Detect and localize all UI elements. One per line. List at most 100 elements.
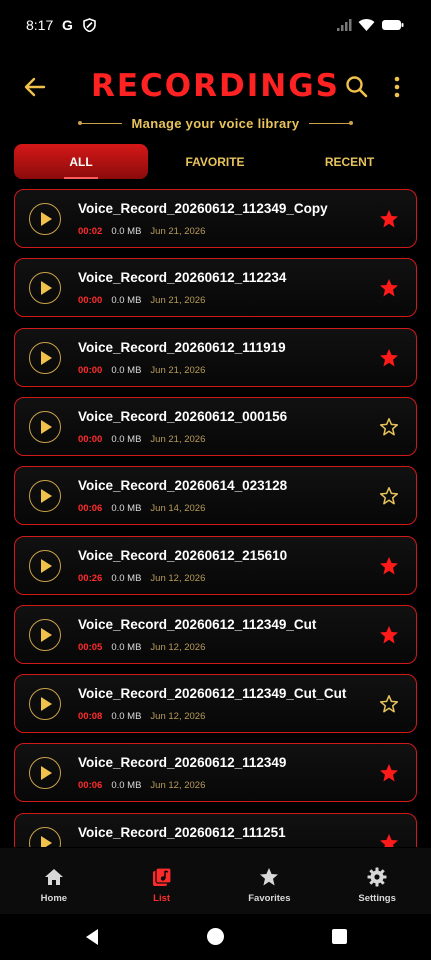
system-nav-bar [0, 914, 431, 960]
subtitle-row: Manage your voice library [0, 113, 431, 133]
bottom-nav: Home List Favorites Settings [0, 848, 431, 914]
play-button[interactable] [29, 480, 61, 513]
recording-date: Jun 21, 2026 [150, 364, 206, 376]
nav-home-label: Home [40, 893, 68, 904]
recording-card[interactable]: Voice_Record_20260612_112349_Copy 00:02 0.… [14, 189, 417, 248]
home-icon [44, 869, 63, 885]
nav-settings-label: Settings [358, 893, 396, 904]
star-filled-icon[interactable] [379, 833, 399, 847]
recording-date: Jun 12, 2026 [150, 641, 206, 653]
recording-date: Jun 21, 2026 [150, 295, 206, 307]
recording-name: Voice_Record_20260612_112349_Cut_Cut [78, 686, 347, 702]
star-filled-icon[interactable] [379, 209, 399, 229]
play-icon [41, 350, 52, 365]
play-icon [41, 627, 52, 642]
recording-size: 0.0 MB [111, 226, 142, 237]
play-icon [41, 835, 52, 847]
star-filled-icon[interactable] [379, 348, 399, 368]
wifi-icon [358, 19, 375, 31]
subtitle-divider-left [77, 121, 122, 125]
play-button[interactable] [29, 341, 61, 374]
recording-card[interactable]: Voice_Record_20260612_112349 00:06 0.0 MB J… [14, 743, 417, 803]
recording-meta: 00:00 0.0 MB Jun 21, 2026 [78, 365, 205, 376]
gear-icon [367, 867, 387, 887]
recording-meta: 00:26 0.0 MB Jun 12, 2026 [78, 573, 205, 584]
recording-meta: 00:05 0.0 MB Jun 12, 2026 [78, 642, 205, 653]
recording-size: 0.0 MB [111, 295, 142, 307]
recording-duration: 00:05 [78, 641, 103, 653]
status-bar: 8:17 G [0, 0, 431, 50]
tab-favorite[interactable]: FAVORITE [148, 144, 282, 179]
recording-name: Voice_Record_20260612_111919 [78, 339, 286, 355]
tab-all[interactable]: ALL [14, 144, 148, 179]
more-vert-icon[interactable] [386, 74, 408, 100]
recording-card[interactable]: Voice_Record_20260612_000156 00:00 0.0 MB J… [14, 396, 417, 456]
recording-date: Jun 12, 2026 [150, 780, 206, 792]
recording-name: Voice_Record_20260612_112349_Cut [78, 616, 317, 632]
google-g-icon: G [62, 18, 73, 32]
play-icon [41, 558, 52, 573]
play-button[interactable] [29, 410, 61, 443]
recording-duration: 00:26 [78, 572, 103, 584]
recording-size: 0.0 MB [111, 433, 142, 445]
play-button[interactable] [29, 757, 61, 790]
star-filled-icon[interactable] [379, 278, 399, 298]
system-recents-icon[interactable] [332, 929, 347, 944]
play-button[interactable] [29, 618, 61, 651]
star-outline-icon[interactable] [379, 694, 399, 714]
play-button[interactable] [29, 549, 61, 582]
nav-settings[interactable]: Settings [323, 848, 431, 914]
recording-meta: 00:06 0.0 MB Jun 12, 2026 [78, 780, 205, 791]
recording-card[interactable]: Voice_Record_20260612_112234 00:00 0.0 MB J… [14, 258, 417, 318]
play-button[interactable] [29, 688, 61, 721]
recording-duration: 00:00 [78, 433, 103, 445]
nav-favorites[interactable]: Favorites [216, 848, 324, 914]
recording-date: Jun 12, 2026 [150, 711, 206, 723]
star-filled-icon[interactable] [379, 625, 399, 645]
recording-date: Jun 12, 2026 [150, 572, 206, 584]
recording-meta: 00:06 0.0 MB Jun 14, 2026 [78, 503, 205, 514]
play-icon [41, 489, 52, 504]
recording-name: Voice_Record_20260612_112349 [78, 755, 287, 771]
music-list-icon [152, 867, 172, 886]
recording-card[interactable]: Voice_Record_20260612_112349_Cut_Cut 00:0… [14, 674, 417, 734]
recording-duration: 00:00 [78, 364, 103, 376]
recording-duration: 00:08 [78, 711, 103, 723]
recording-card[interactable]: Voice_Record_20260614_023128 00:06 0.0 MB J… [14, 466, 417, 526]
filter-tabs: ALL FAVORITE RECENT [14, 144, 417, 179]
tab-recent[interactable]: RECENT [282, 144, 417, 179]
recording-card[interactable]: Voice_Record_20260612_215610 00:26 0.0 MB J… [14, 535, 417, 595]
recording-date: Jun 14, 2026 [150, 503, 206, 515]
recording-meta: 00:08 0.0 MB Jun 12, 2026 [78, 711, 205, 722]
star-filled-icon[interactable] [379, 556, 399, 576]
subtitle-divider-right [309, 121, 354, 125]
play-icon [41, 281, 52, 296]
recordings-list[interactable]: Voice_Record_20260612_112349_Copy 00:02 0.… [14, 189, 417, 847]
star-filled-icon[interactable] [379, 763, 399, 783]
recording-date: Jun 21, 2026 [150, 433, 206, 445]
recording-name: Voice_Record_20260612_111251 [78, 824, 286, 840]
status-time: 8:17 [26, 17, 54, 33]
shield-icon [83, 18, 97, 32]
recording-size: 0.0 MB [111, 572, 142, 584]
search-icon[interactable] [344, 74, 370, 100]
system-home-icon[interactable] [207, 928, 224, 945]
nav-home[interactable]: Home [0, 848, 108, 914]
star-outline-icon[interactable] [379, 417, 399, 437]
recording-card[interactable]: Voice_Record_20260612_111251 [14, 812, 417, 847]
system-back-icon[interactable] [84, 928, 100, 946]
recording-size: 0.0 MB [111, 641, 142, 653]
star-outline-icon[interactable] [379, 486, 399, 506]
nav-favorites-label: Favorites [248, 893, 291, 904]
recording-name: Voice_Record_20260612_112349_Copy [78, 201, 328, 216]
play-button[interactable] [29, 272, 61, 305]
play-button[interactable] [29, 203, 61, 235]
recording-date: Jun 21, 2026 [150, 226, 206, 237]
play-button[interactable] [29, 826, 61, 847]
recording-card[interactable]: Voice_Record_20260612_111919 00:00 0.0 MB J… [14, 327, 417, 387]
play-icon [41, 766, 52, 781]
recording-card[interactable]: Voice_Record_20260612_112349_Cut 00:05 0.0… [14, 604, 417, 664]
recording-meta: 00:00 0.0 MB Jun 21, 2026 [78, 434, 205, 445]
nav-list[interactable]: List [108, 848, 216, 914]
play-icon [41, 697, 52, 712]
